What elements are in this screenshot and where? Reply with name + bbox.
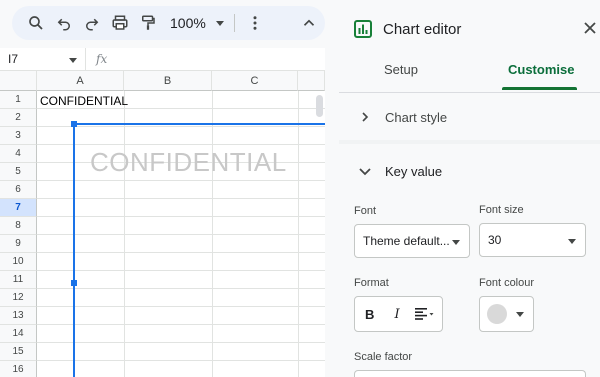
font-select-value: Theme default... — [363, 234, 450, 248]
collapse-toolbar-button[interactable] — [295, 9, 323, 37]
font-colour-button[interactable] — [479, 296, 534, 332]
editor-tabs: Setup Customise — [339, 62, 600, 90]
tab-customise[interactable]: Customise — [508, 62, 574, 77]
chart-key-value: CONFIDENTIAL — [90, 147, 287, 177]
name-box-value: I7 — [8, 52, 19, 66]
row-header-2[interactable]: 2 — [0, 109, 37, 127]
section-separator — [339, 140, 600, 144]
italic-button[interactable]: I — [383, 297, 410, 331]
chart-selection-border — [73, 123, 325, 125]
row-header-3[interactable]: 3 — [0, 127, 37, 145]
text-align-button[interactable] — [411, 297, 442, 331]
search-menus-button[interactable] — [22, 9, 50, 37]
main-toolbar: 100% — [12, 6, 325, 40]
chevron-down-icon — [359, 168, 371, 176]
cell-a1[interactable]: CONFIDENTIAL — [40, 94, 128, 108]
name-box[interactable]: I7 — [0, 47, 86, 71]
colour-swatch — [487, 304, 507, 324]
bold-button[interactable]: B — [356, 297, 383, 331]
row-header-9[interactable]: 9 — [0, 235, 37, 253]
close-icon[interactable] — [584, 22, 596, 34]
paint-format-button[interactable] — [134, 9, 162, 37]
more-vert-icon — [253, 16, 257, 30]
chevron-down-icon — [69, 57, 77, 63]
chevron-down-icon — [215, 20, 224, 26]
resize-handle-top-left[interactable] — [71, 121, 77, 127]
chart-selection-border — [73, 123, 75, 377]
scale-factor-input[interactable] — [354, 370, 586, 377]
scorecard-chart[interactable]: CONFIDENTIAL — [71, 121, 325, 377]
chart-icon — [354, 20, 372, 38]
chevron-down-icon — [452, 240, 460, 245]
chevron-right-icon — [362, 112, 369, 122]
column-header-a[interactable]: A — [37, 71, 124, 91]
formula-bar: I7 fx — [0, 47, 325, 71]
column-header-d[interactable] — [298, 71, 325, 91]
font-size-value: 30 — [488, 233, 502, 247]
print-icon — [112, 15, 128, 30]
font-size-label: Font size — [479, 204, 524, 216]
font-colour-label: Font colour — [479, 277, 535, 289]
fx-icon: fx — [96, 52, 108, 66]
column-header-c[interactable]: C — [212, 71, 298, 91]
align-left-icon — [415, 308, 434, 320]
row-header-16[interactable]: 16 — [0, 361, 37, 377]
undo-icon — [57, 18, 70, 31]
toolbar-divider — [233, 14, 235, 32]
row-header-12[interactable]: 12 — [0, 289, 37, 307]
paint-format-icon — [142, 15, 155, 30]
font-label: Font — [354, 205, 377, 217]
row-header-5[interactable]: 5 — [0, 163, 37, 181]
active-tab-indicator — [502, 87, 577, 90]
row-header-4[interactable]: 4 — [0, 145, 37, 163]
font-size-select[interactable]: 30 — [479, 223, 586, 257]
row-header-11[interactable]: 11 — [0, 271, 37, 289]
section-key-value[interactable]: Key value — [339, 148, 600, 194]
zoom-select[interactable]: 100% — [166, 9, 228, 37]
chevron-up-icon — [303, 19, 314, 26]
resize-handle-left[interactable] — [71, 280, 77, 286]
section-label: Chart style — [385, 109, 448, 125]
format-buttons: B I — [354, 296, 443, 332]
redo-button[interactable] — [78, 9, 106, 37]
row-header-15[interactable]: 15 — [0, 343, 37, 361]
row-header-10[interactable]: 10 — [0, 253, 37, 271]
row-header-7[interactable]: 7 — [0, 199, 37, 217]
panel-divider — [325, 0, 339, 377]
font-select[interactable]: Theme default... — [354, 224, 470, 258]
scale-factor-label: Scale factor — [354, 351, 413, 363]
format-label: Format — [354, 277, 389, 289]
select-all-corner[interactable] — [0, 71, 37, 91]
more-button[interactable] — [241, 9, 269, 37]
sheets-window: 100% I7 fx A B C 1 2 3 4 5 6 7 8 9 10 11 12 13 14 15 16… — [0, 0, 600, 377]
row-header-6[interactable]: 6 — [0, 181, 37, 199]
column-header-b[interactable]: B — [124, 71, 212, 91]
panel-title: Chart editor — [383, 20, 462, 38]
row-header-13[interactable]: 13 — [0, 307, 37, 325]
chevron-down-icon — [568, 239, 576, 244]
vertical-scrollbar[interactable] — [316, 95, 323, 117]
search-icon — [29, 16, 43, 30]
chevron-down-icon — [516, 312, 524, 317]
row-header-1[interactable]: 1 — [0, 91, 37, 109]
chart-editor-header: Chart editor — [339, 0, 600, 58]
section-label: Key value — [385, 163, 443, 179]
row-header-14[interactable]: 14 — [0, 325, 37, 343]
print-button[interactable] — [106, 9, 134, 37]
tab-setup[interactable]: Setup — [384, 62, 418, 77]
row-header-8[interactable]: 8 — [0, 217, 37, 235]
redo-icon — [86, 18, 99, 31]
chart-editor-panel: Chart editor Setup Customise Chart style… — [339, 0, 600, 377]
zoom-value: 100% — [170, 15, 206, 31]
undo-button[interactable] — [50, 9, 78, 37]
section-chart-style[interactable]: Chart style — [339, 96, 600, 138]
tabs-divider — [339, 92, 600, 93]
